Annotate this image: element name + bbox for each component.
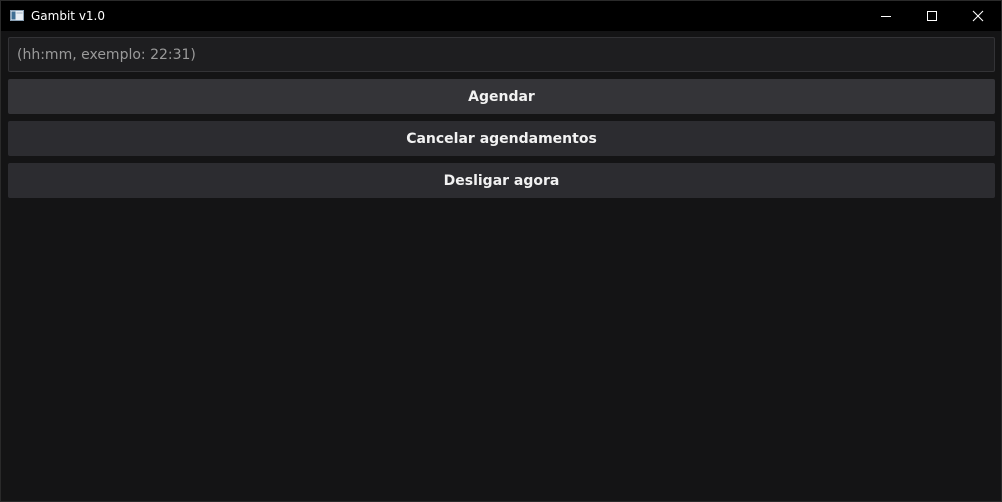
minimize-icon — [881, 16, 891, 17]
cancel-schedules-button[interactable]: Cancelar agendamentos — [8, 121, 995, 156]
minimize-button[interactable] — [863, 1, 909, 31]
time-input[interactable] — [8, 37, 995, 72]
maximize-icon — [927, 11, 937, 21]
window-title: Gambit v1.0 — [31, 9, 105, 23]
main-content: Agendar Cancelar agendamentos Desligar a… — [8, 37, 995, 198]
shutdown-now-button[interactable]: Desligar agora — [8, 163, 995, 198]
close-icon — [972, 10, 984, 22]
app-window-icon — [10, 10, 24, 21]
close-button[interactable] — [955, 1, 1001, 31]
app-window: Gambit v1.0 Agendar Cancelar agendamento… — [0, 0, 1002, 502]
schedule-button[interactable]: Agendar — [8, 79, 995, 114]
title-bar[interactable]: Gambit v1.0 — [1, 1, 1001, 31]
maximize-button[interactable] — [909, 1, 955, 31]
